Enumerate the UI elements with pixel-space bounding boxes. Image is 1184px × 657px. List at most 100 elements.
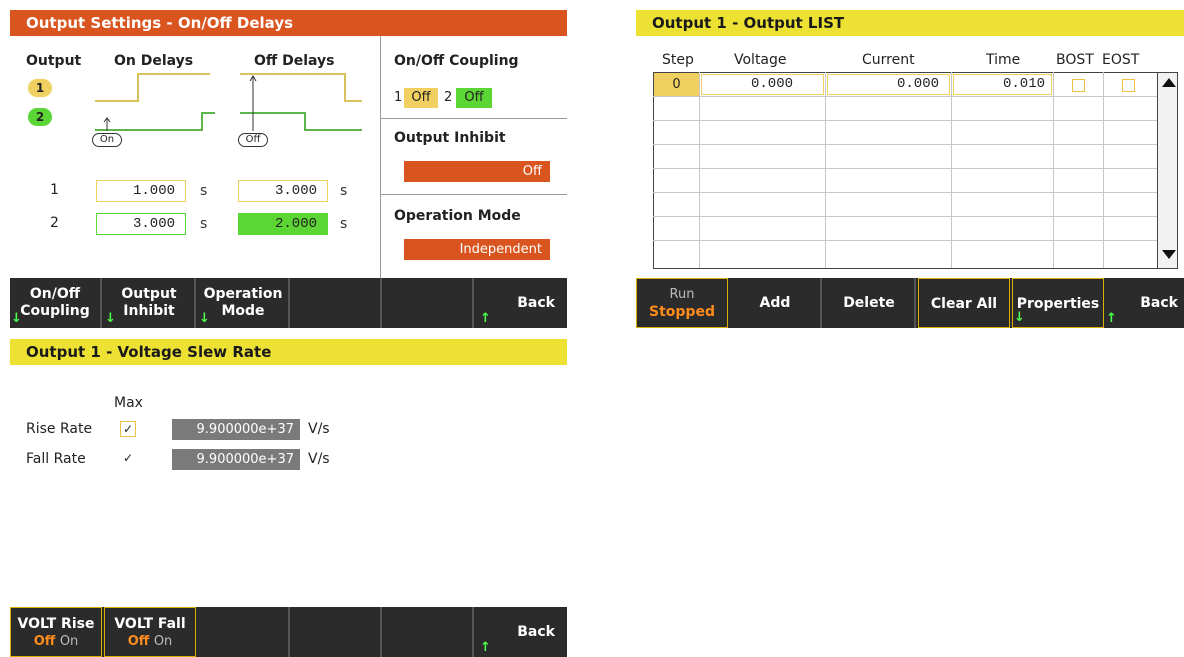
mode-down-arrow-icon: ↓: [199, 311, 210, 326]
list-bost-checkbox[interactable]: [1072, 79, 1085, 92]
info-divider-2: [381, 194, 567, 195]
slew-softkey-bar: VOLT Rise Off On VOLT Fall Off On Back ↑: [10, 607, 567, 657]
list-back-label: Back: [1140, 295, 1178, 311]
run-label: Run: [669, 287, 695, 302]
clear-all-softkey[interactable]: Clear All: [918, 278, 1010, 328]
output-2-off-wave: [240, 112, 362, 131]
volt-fall-label: VOLT Fall: [114, 616, 186, 632]
volt-rise-softkey[interactable]: VOLT Rise Off On: [10, 607, 102, 657]
output-2-off-delay-field[interactable]: 2.000: [238, 213, 328, 235]
properties-label: Properties: [1016, 296, 1100, 312]
fall-max-checkbox[interactable]: ✓: [120, 451, 136, 467]
coupling-1-value[interactable]: Off: [404, 88, 438, 108]
on-marker: On: [92, 133, 122, 147]
max-label: Max: [114, 395, 143, 411]
volt-fall-softkey[interactable]: VOLT Fall Off On: [104, 607, 196, 657]
col-off-header: Off Delays: [254, 53, 335, 69]
delays-title: Output Settings - On/Off Delays: [10, 10, 567, 36]
delays-empty-softkey-2: [384, 278, 474, 328]
add-softkey[interactable]: Add: [730, 278, 822, 328]
rise-rate-value[interactable]: 9.900000e+37: [172, 419, 300, 440]
inhibit-softkey-line2: Inhibit: [123, 303, 175, 319]
delays-up-arrow-icon: ↑: [480, 311, 491, 326]
inhibit-softkey[interactable]: Output Inhibit ↓: [104, 278, 196, 328]
list-time-cell[interactable]: 0.010: [953, 74, 1052, 95]
coupling-2-value[interactable]: Off: [456, 88, 492, 108]
fall-rate-value[interactable]: 9.900000e+37: [172, 449, 300, 470]
delays-back-label: Back: [517, 295, 555, 311]
output-1-on-delay-field[interactable]: 1.000: [96, 180, 186, 202]
list-voltage-cell[interactable]: 0.000: [701, 74, 824, 95]
info-divider-1: [381, 118, 567, 119]
properties-softkey[interactable]: Properties ↓: [1012, 278, 1104, 328]
list-header-current: Current: [862, 52, 915, 68]
rise-max-checkbox[interactable]: ✓: [120, 421, 136, 437]
scroll-up-icon[interactable]: [1162, 78, 1176, 87]
inhibit-value[interactable]: Off: [404, 161, 550, 182]
list-up-arrow-icon: ↑: [1106, 311, 1117, 326]
slew-empty-softkey-2: [292, 607, 382, 657]
volt-rise-state: Off On: [11, 633, 101, 650]
col-output-header: Output: [26, 53, 82, 69]
volt-fall-on: On: [153, 634, 173, 649]
run-softkey[interactable]: Run Stopped: [636, 278, 728, 328]
delays-empty-softkey-1: [292, 278, 382, 328]
slew-back-label: Back: [517, 624, 555, 640]
row-1-off-unit: s: [340, 183, 348, 199]
list-current-cell[interactable]: 0.000: [827, 74, 950, 95]
list-eost-checkbox[interactable]: [1122, 79, 1135, 92]
mode-softkey[interactable]: Operation Mode ↓: [198, 278, 290, 328]
row-2-off-unit: s: [340, 216, 348, 232]
delete-label: Delete: [843, 295, 895, 311]
mode-softkey-line1: Operation: [203, 286, 283, 302]
list-table-grid: [653, 72, 1178, 269]
mode-softkey-line2: Mode: [221, 303, 265, 319]
mode-title: Operation Mode: [394, 208, 521, 224]
add-label: Add: [759, 295, 791, 311]
list-step-cell[interactable]: 0: [654, 73, 699, 96]
volt-fall-state: Off On: [105, 633, 195, 650]
run-state: Stopped: [649, 304, 715, 320]
output-2-badge: 2: [28, 108, 52, 126]
inhibit-title: Output Inhibit: [394, 130, 506, 146]
fall-rate-unit: V/s: [308, 451, 330, 467]
coupling-softkey-line2: Coupling: [20, 303, 90, 319]
fall-rate-label: Fall Rate: [26, 451, 86, 467]
inhibit-down-arrow-icon: ↓: [105, 311, 116, 326]
inhibit-softkey-line1: Output: [121, 286, 177, 302]
clear-all-label: Clear All: [930, 296, 998, 312]
list-softkey-bar: Run Stopped Add Delete Clear All Propert…: [636, 278, 1184, 328]
coupling-down-arrow-icon: ↓: [11, 311, 22, 326]
coupling-softkey-line1: On/Off: [29, 286, 81, 302]
coupling-title: On/Off Coupling: [394, 53, 519, 69]
coupling-softkey[interactable]: On/Off Coupling ↓: [10, 278, 102, 328]
row-1-on-unit: s: [200, 183, 208, 199]
output-2-on-delay-field[interactable]: 3.000: [96, 213, 186, 235]
slew-up-arrow-icon: ↑: [480, 640, 491, 655]
list-back-softkey[interactable]: Back ↑: [1106, 278, 1184, 328]
row-2-label: 2: [50, 215, 59, 231]
output-1-off-delay-field[interactable]: 3.000: [238, 180, 328, 202]
delays-back-softkey[interactable]: Back ↑: [476, 278, 567, 328]
off-marker: Off: [238, 133, 268, 147]
properties-down-arrow-icon: ↓: [1014, 310, 1025, 325]
slew-title: Output 1 - Voltage Slew Rate: [10, 339, 567, 365]
output-1-off-wave: [240, 73, 362, 102]
delete-softkey[interactable]: Delete: [824, 278, 916, 328]
slew-back-softkey[interactable]: Back ↑: [476, 607, 567, 657]
list-header-time: Time: [986, 52, 1021, 68]
vertical-divider: [380, 36, 381, 278]
volt-rise-label: VOLT Rise: [17, 616, 95, 632]
col-on-header: On Delays: [114, 53, 194, 69]
mode-value[interactable]: Independent: [404, 239, 550, 260]
slew-panel: Output 1 - Voltage Slew Rate Max Rise Ra…: [10, 339, 567, 657]
list-panel: Output 1 - Output LIST Step Voltage Curr…: [636, 10, 1184, 328]
output-1-badge: 1: [28, 79, 52, 97]
list-header-step: Step: [662, 52, 694, 68]
list-header-eost: EOST: [1102, 52, 1140, 68]
delays-softkey-bar: On/Off Coupling ↓ Output Inhibit ↓ Opera…: [10, 278, 567, 328]
output-1-on-wave: [95, 73, 210, 102]
volt-fall-off: Off: [127, 634, 150, 649]
scroll-down-icon[interactable]: [1162, 250, 1176, 259]
coupling-2-label: 2: [444, 90, 453, 105]
